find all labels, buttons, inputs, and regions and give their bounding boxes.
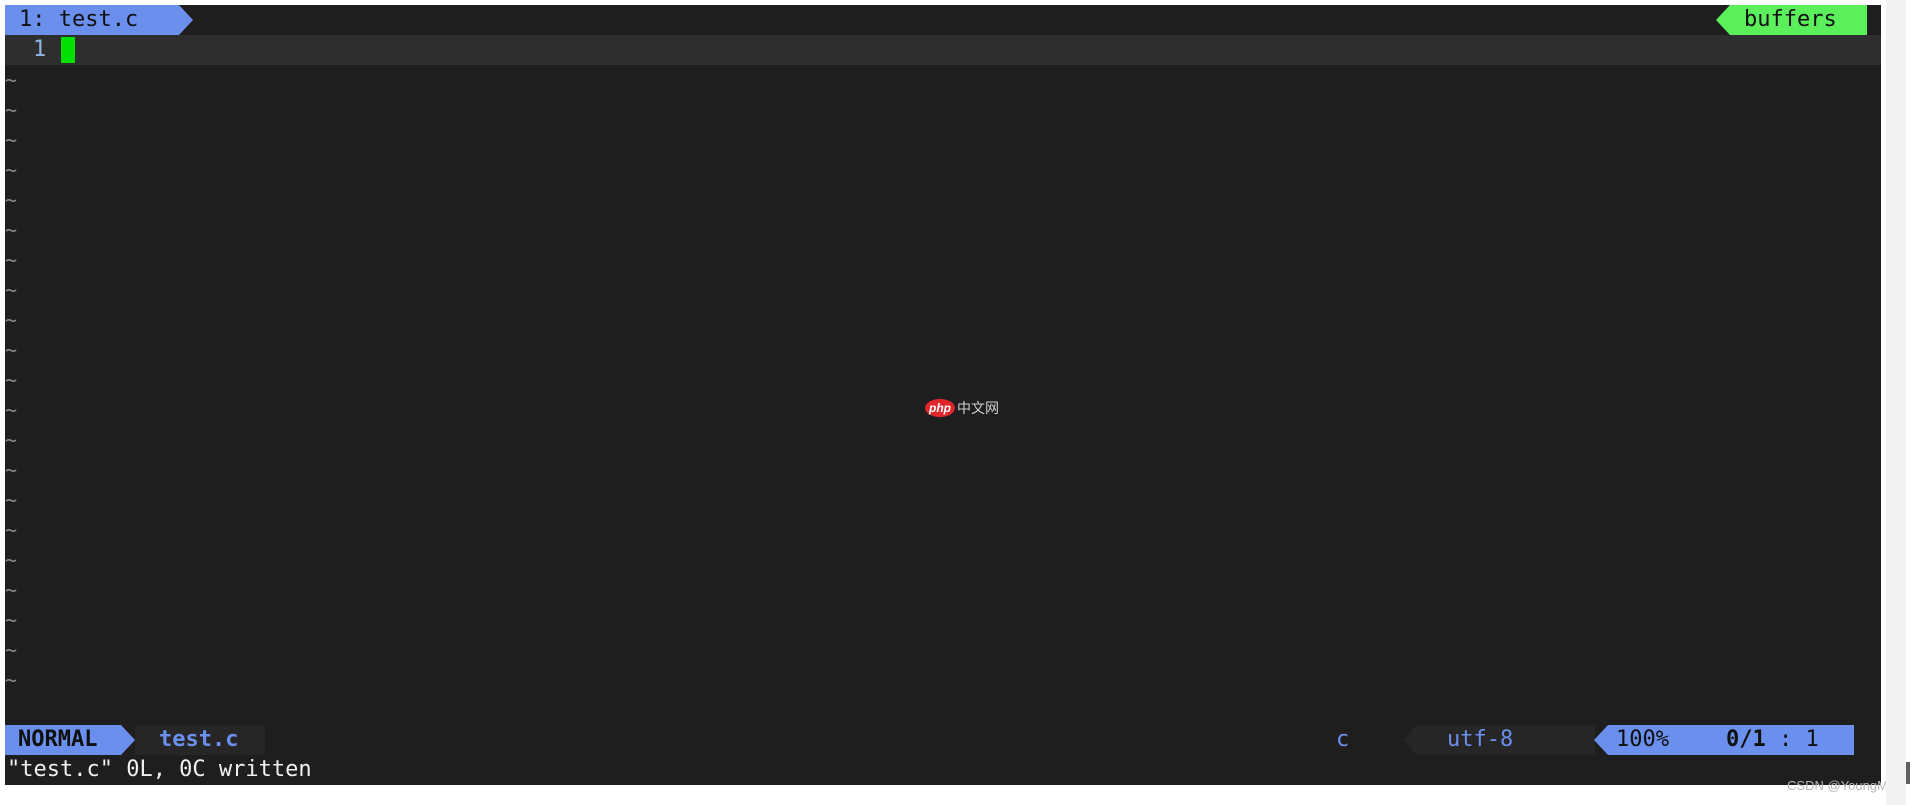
status-column: 1: [1805, 727, 1819, 752]
vim-terminal-window[interactable]: 1: test.c buffers 1 ~ ~ ~ ~ ~ ~ ~ ~ ~ ~ ~ ~ ~ ~ ~ ~ ~ ~ ~ ~…: [5, 5, 1881, 785]
status-separator: :: [1765, 727, 1806, 752]
current-line[interactable]: 1: [5, 35, 1881, 65]
cmdline-message: "test.c" 0L, 0C written: [7, 757, 312, 782]
empty-line-marker: ~: [5, 128, 18, 152]
empty-line-marker: ~: [5, 458, 18, 482]
text-cursor: [61, 37, 75, 63]
php-cn-watermark: php 中文网: [925, 398, 999, 418]
mode-label: NORMAL: [18, 727, 98, 752]
tab-label: 1: test.c: [19, 7, 139, 32]
statusline: NORMAL test.c c utf-8 100% 0/1 : 1: [5, 725, 1881, 755]
buffers-label: buffers: [1744, 7, 1837, 32]
mode-indicator: NORMAL: [5, 725, 135, 755]
php-logo-text: 中文网: [957, 400, 999, 416]
editor-area[interactable]: 1 ~ ~ ~ ~ ~ ~ ~ ~ ~ ~ ~ ~ ~ ~ ~ ~ ~ ~ ~ ~ ~: [5, 35, 1881, 725]
tabline: 1: test.c buffers: [5, 5, 1881, 35]
status-filename: test.c: [159, 727, 239, 752]
empty-line-marker: ~: [5, 398, 18, 422]
empty-line-marker: ~: [5, 308, 18, 332]
empty-line-marker: ~: [5, 98, 18, 122]
buffers-indicator: buffers: [1716, 5, 1867, 35]
empty-line-marker: ~: [5, 608, 18, 632]
window-scrollbar-track[interactable]: [1886, 0, 1906, 805]
empty-line-marker: ~: [5, 188, 18, 212]
empty-line-marker: ~: [5, 278, 18, 302]
empty-line-marker: ~: [5, 668, 18, 692]
empty-line-marker: ~: [5, 548, 18, 572]
empty-line-marker: ~: [5, 488, 18, 512]
command-line[interactable]: "test.c" 0L, 0C written: [5, 755, 1881, 785]
status-filetype: c: [1336, 727, 1350, 752]
status-encoding: utf-8: [1447, 727, 1514, 752]
window-scrollbar-thumb[interactable]: [1906, 762, 1910, 784]
line-number: 1: [33, 37, 47, 62]
php-logo-badge: php: [925, 399, 955, 417]
empty-line-marker: ~: [5, 248, 18, 272]
status-percent: 100%: [1616, 727, 1669, 752]
tab-test-c[interactable]: 1: test.c: [5, 5, 193, 35]
empty-line-marker: ~: [5, 638, 18, 662]
empty-line-marker: ~: [5, 68, 18, 92]
status-line-info: 0/1 : 1: [1726, 725, 1819, 755]
empty-line-marker: ~: [5, 518, 18, 542]
empty-line-marker: ~: [5, 158, 18, 182]
empty-line-marker: ~: [5, 578, 18, 602]
empty-line-marker: ~: [5, 338, 18, 362]
status-line-count: 0/1: [1726, 727, 1766, 752]
empty-line-marker: ~: [5, 368, 18, 392]
empty-line-marker: ~: [5, 218, 18, 242]
empty-line-marker: ~: [5, 428, 18, 452]
